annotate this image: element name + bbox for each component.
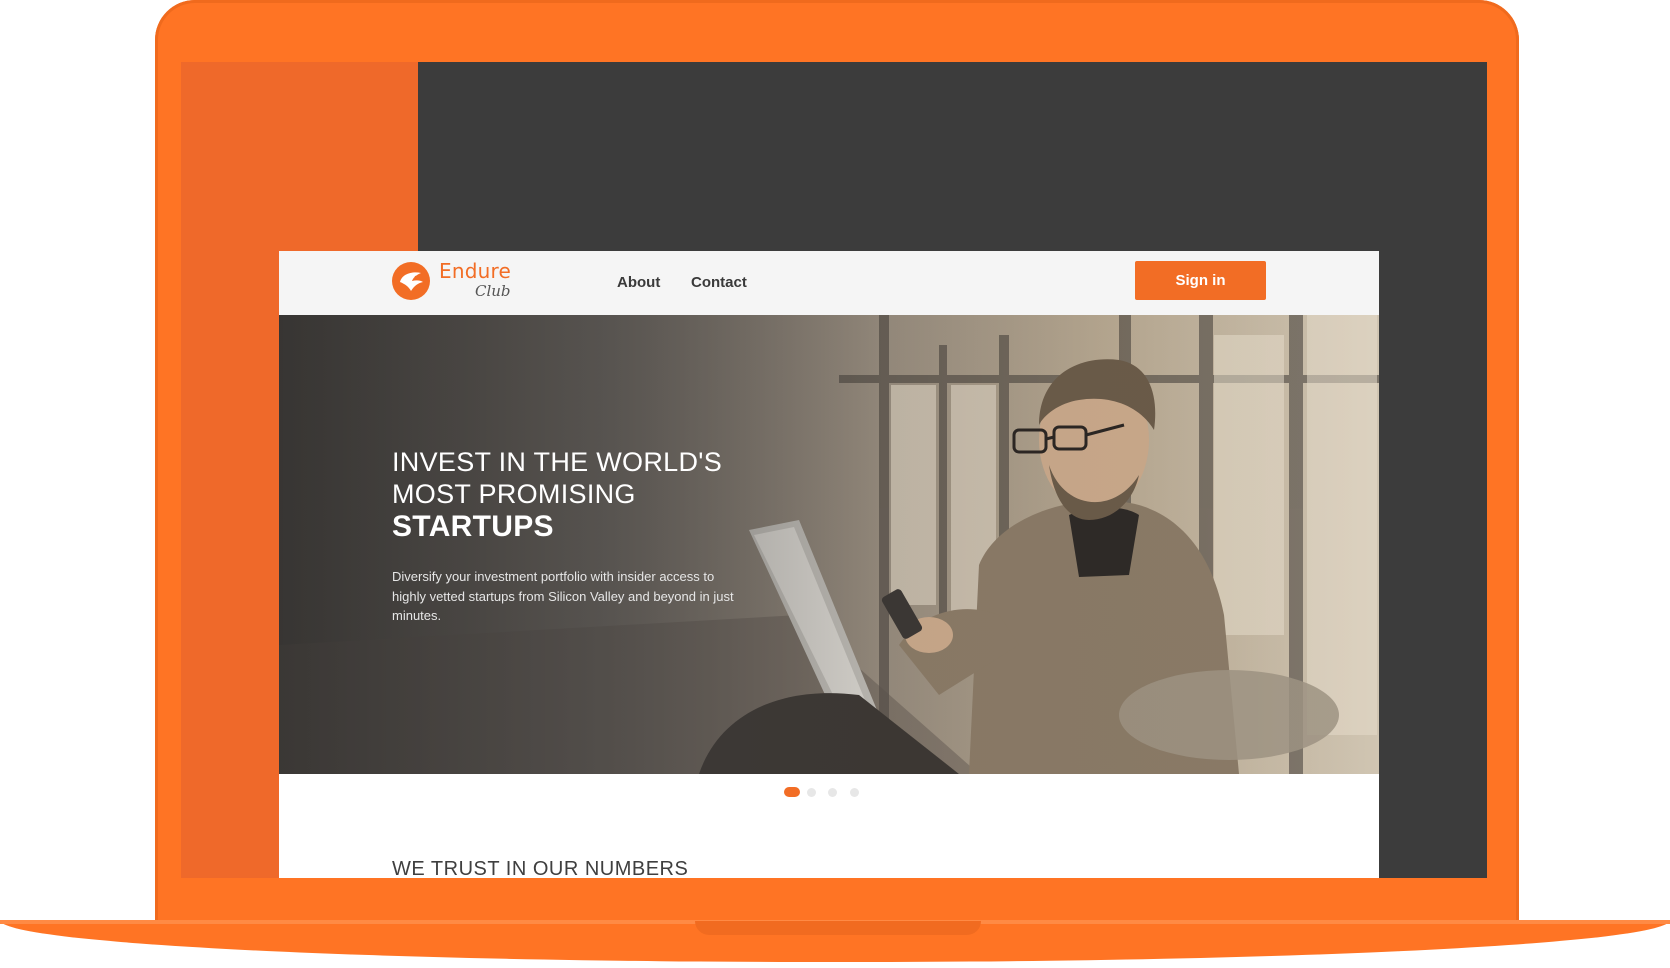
carousel-dot-4[interactable] — [850, 788, 859, 797]
hero-description: Diversify your investment portfolio with… — [392, 569, 734, 623]
nav-link-contact[interactable]: Contact — [691, 274, 747, 291]
nav-link-about[interactable]: About — [617, 274, 660, 291]
carousel-dot-3[interactable] — [828, 788, 837, 797]
carousel-dot-1[interactable] — [784, 787, 800, 797]
hero-banner: INVEST IN THE WORLD'S MOST PROMISING STA… — [279, 315, 1379, 774]
hero-gradient-overlay — [279, 315, 1379, 774]
logo-bird-icon[interactable] — [392, 262, 430, 300]
hero-headline-line-3: STARTUPS — [392, 510, 554, 543]
website-preview: Endure Club About Contact Sign in INVEST… — [279, 251, 1379, 878]
sign-in-button[interactable]: Sign in — [1135, 261, 1266, 300]
hero-headline-line-2: MOST PROMISING — [392, 479, 636, 509]
numbers-section-heading: WE TRUST IN OUR NUMBERS — [392, 858, 689, 878]
laptop-screen: Endure Club About Contact Sign in INVEST… — [181, 62, 1487, 878]
site-navbar: Endure Club About Contact Sign in — [279, 251, 1379, 315]
logo-subtitle: Club — [475, 282, 511, 300]
carousel-dot-2[interactable] — [807, 788, 816, 797]
logo-wordmark[interactable]: Endure — [439, 259, 511, 283]
laptop-base-notch — [695, 921, 981, 935]
hero-headline-line-1: INVEST IN THE WORLD'S — [392, 447, 723, 477]
